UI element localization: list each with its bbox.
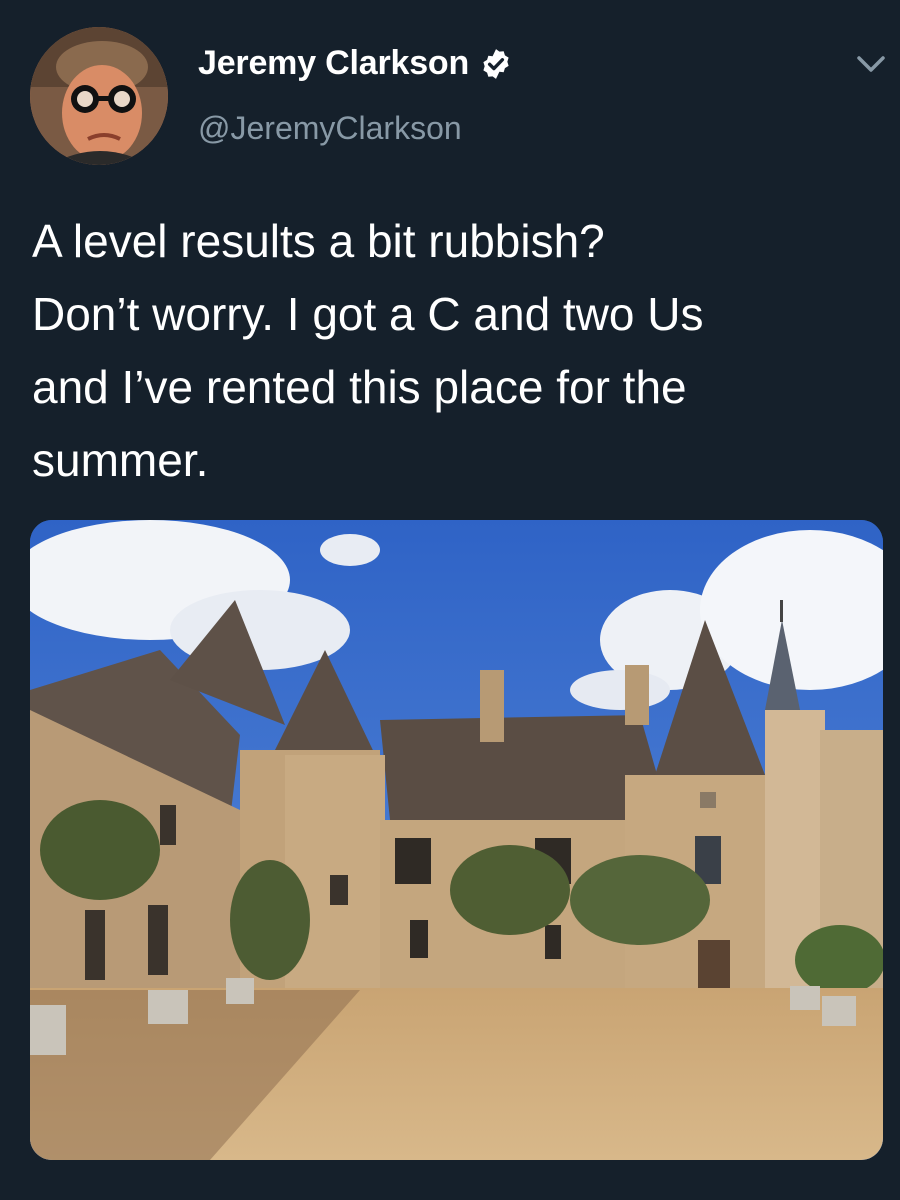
author-handle[interactable]: @JeremyClarkson	[198, 110, 462, 147]
profile-photo	[30, 27, 168, 165]
chevron-down-icon[interactable]	[855, 52, 887, 76]
author-display-name[interactable]: Jeremy Clarkson	[198, 44, 469, 83]
tweet-header: Jeremy Clarkson @JeremyClarkson	[0, 0, 900, 180]
chateau-courtyard-photo	[30, 520, 883, 1160]
tweet-text: A level results a bit rubbish? Don’t wor…	[32, 215, 704, 486]
tweet-media-photo[interactable]	[30, 520, 883, 1160]
verified-badge-icon	[479, 47, 513, 81]
author-name-row: Jeremy Clarkson	[198, 44, 513, 83]
avatar[interactable]	[30, 27, 168, 165]
